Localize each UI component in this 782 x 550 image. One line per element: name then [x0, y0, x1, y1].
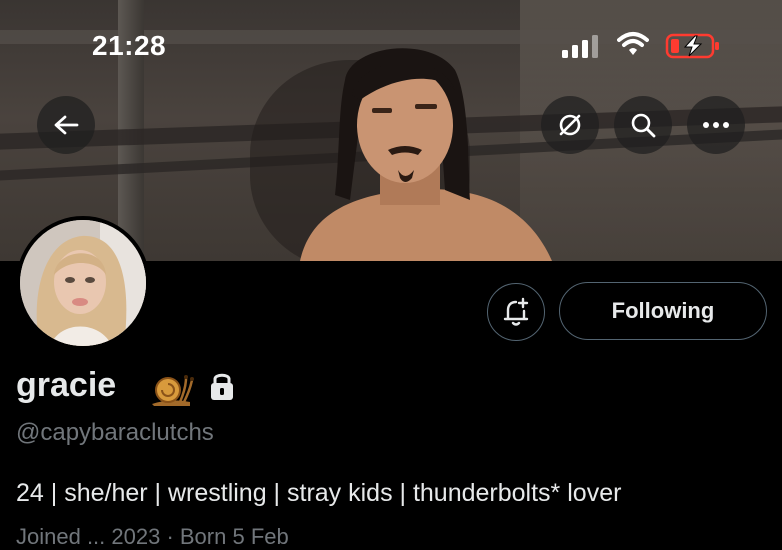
search-button[interactable]: [614, 96, 672, 154]
profile-bio: 24 | she/her | wrestling | stray kids | …: [16, 479, 622, 507]
username-handle: @capybaraclutchs: [16, 419, 214, 446]
more-icon: [703, 122, 729, 128]
status-time: 21:28: [92, 30, 167, 61]
arrow-left-icon: [54, 115, 79, 135]
snail-emoji: [152, 375, 194, 406]
notifications-button[interactable]: [487, 283, 545, 341]
bell-plus-icon: [503, 297, 529, 326]
back-button[interactable]: [37, 96, 95, 154]
avatar[interactable]: [16, 216, 150, 350]
wifi-icon: [617, 32, 649, 55]
hide-reposts-button[interactable]: [541, 96, 599, 154]
following-button[interactable]: Following: [559, 282, 767, 340]
search-icon: [631, 113, 656, 138]
more-options-button[interactable]: [687, 96, 745, 154]
avatar-image: [20, 220, 146, 346]
profile-meta-partial: Joined ... 2023 · Born 5 Feb: [16, 524, 289, 549]
signal-bars-icon: [562, 35, 598, 58]
status-bar: 21:28: [0, 0, 782, 90]
lock-icon: [211, 373, 233, 400]
battery-charging-icon: [665, 33, 719, 59]
no-filter-icon: [559, 114, 581, 136]
display-name: gracie: [16, 366, 117, 404]
